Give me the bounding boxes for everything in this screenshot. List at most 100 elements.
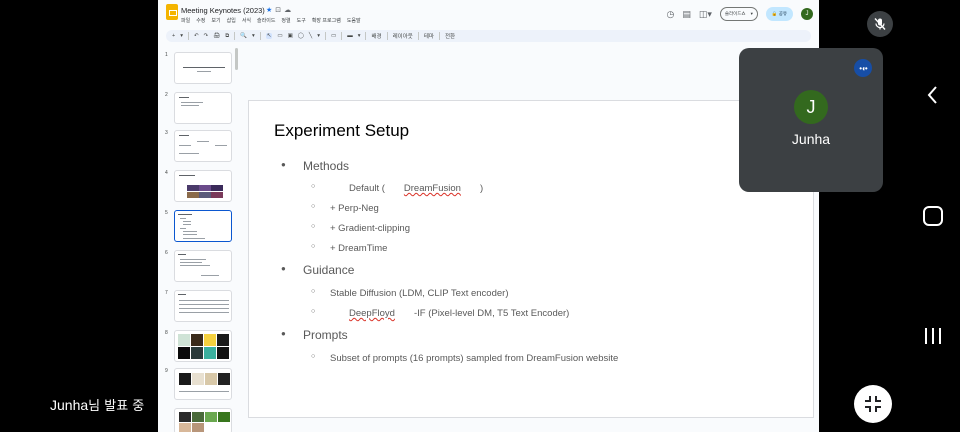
slide-thumbnail-9[interactable] bbox=[174, 368, 232, 400]
slide-number: 4 bbox=[165, 170, 168, 176]
participant-tile[interactable]: •◖• J Junha bbox=[739, 48, 883, 192]
chevron-down-icon[interactable]: ▾ bbox=[751, 11, 753, 17]
new-slide-icon[interactable]: + bbox=[172, 33, 175, 39]
slide-number: 6 bbox=[165, 250, 168, 256]
zoom-icon[interactable]: 🔍 bbox=[240, 33, 247, 39]
toolbar-divider bbox=[325, 32, 326, 40]
toolbar-divider bbox=[417, 32, 419, 40]
lock-icon: 🔒 bbox=[771, 11, 778, 16]
select-tool-icon[interactable]: ↖ bbox=[265, 33, 273, 39]
menu-arrange[interactable]: 정렬 bbox=[281, 17, 290, 24]
slideshow-button[interactable]: 슬라이드쇼 ▾ bbox=[719, 7, 758, 21]
comments-icon[interactable]: ▤ bbox=[682, 9, 691, 20]
header-actions: ◷ ▤ ◫▾ 슬라이드쇼 ▾ 🔒 공유 J bbox=[666, 7, 813, 21]
sub-bullet-prompt-subset: Subset of prompts (16 prompts) sampled f… bbox=[311, 353, 618, 364]
toolbar-divider bbox=[187, 32, 189, 40]
mic-muted-button[interactable] bbox=[867, 11, 893, 37]
star-icon[interactable]: ★ bbox=[266, 7, 275, 14]
image-icon[interactable]: ▣ bbox=[288, 33, 293, 39]
recents-nav-icon[interactable] bbox=[922, 326, 944, 346]
paint-format-icon[interactable]: ⧉ bbox=[225, 33, 229, 40]
shared-screen: Meeting Keynotes (2023) ★⊡☁ 파일 수정 보기 삽입 … bbox=[158, 0, 819, 432]
layout-button[interactable]: 레이아웃 bbox=[393, 32, 413, 40]
toolbar-divider bbox=[386, 32, 388, 40]
slide-thumbnail-6[interactable] bbox=[174, 250, 232, 282]
participant-name: Junha bbox=[791, 131, 831, 147]
menu-slide[interactable]: 슬라이드 bbox=[257, 17, 275, 24]
bullet-prompts: Prompts bbox=[281, 328, 348, 342]
bullet-methods: Methods bbox=[281, 159, 349, 173]
bullet-text: ) bbox=[479, 183, 484, 194]
theme-button[interactable]: 테마 bbox=[424, 32, 434, 40]
title-actions: ★⊡☁ bbox=[266, 6, 294, 14]
slide-thumbnail-4[interactable] bbox=[174, 170, 232, 202]
slide-number: 9 bbox=[165, 368, 168, 374]
bullet-text: Subset of prompts (16 prompts) sampled f… bbox=[330, 353, 619, 364]
move-folder-icon[interactable]: ⊡ bbox=[275, 7, 284, 14]
mic-off-icon bbox=[874, 18, 886, 30]
slide-thumbnail-10[interactable] bbox=[174, 408, 232, 432]
shape-icon[interactable]: ◯ bbox=[298, 33, 304, 39]
comment-icon[interactable]: ▭ bbox=[331, 33, 336, 39]
back-nav-icon[interactable] bbox=[924, 84, 942, 106]
slide-thumbnail-7[interactable] bbox=[174, 290, 232, 322]
line-icon[interactable]: ╲ bbox=[309, 33, 312, 39]
toolbar-divider bbox=[234, 32, 236, 40]
menu-file[interactable]: 파일 bbox=[181, 17, 190, 24]
share-button[interactable]: 🔒 공유 bbox=[765, 7, 793, 21]
bullet-text: + Gradient-clipping bbox=[330, 223, 411, 234]
slide-thumbnail-1[interactable] bbox=[174, 52, 232, 84]
slides-logo[interactable] bbox=[166, 4, 178, 20]
share-label: 공유 bbox=[778, 11, 787, 16]
sub-bullet-gradient-clipping: + Gradient-clipping bbox=[311, 223, 410, 234]
fill-menu-icon[interactable]: ▾ bbox=[358, 33, 361, 39]
slide-thumbnail-8[interactable] bbox=[174, 330, 232, 362]
slide-number: 1 bbox=[165, 52, 168, 58]
meet-icon[interactable]: ◫▾ bbox=[699, 9, 712, 20]
line-menu-icon[interactable]: ▾ bbox=[317, 33, 320, 39]
document-title[interactable]: Meeting Keynotes (2023) bbox=[181, 6, 265, 15]
home-nav-icon[interactable] bbox=[921, 204, 945, 228]
menu-insert[interactable]: 삽입 bbox=[227, 17, 236, 24]
redo-icon[interactable]: ↷ bbox=[204, 33, 209, 39]
menu-extensions[interactable]: 확장 프로그램 bbox=[312, 17, 341, 24]
slide-number: 3 bbox=[165, 130, 168, 136]
textbox-icon[interactable]: ▭ bbox=[277, 33, 282, 39]
exit-fullscreen-button[interactable] bbox=[854, 385, 892, 423]
slides-header: Meeting Keynotes (2023) ★⊡☁ 파일 수정 보기 삽입 … bbox=[158, 0, 819, 30]
audio-level-icon: •◖• bbox=[854, 59, 872, 77]
menu-view[interactable]: 보기 bbox=[211, 17, 220, 24]
slide-canvas[interactable]: Experiment Setup Methods Default (DreamF… bbox=[248, 100, 814, 418]
bullet-text: + DreamTime bbox=[330, 243, 388, 254]
toolbar-divider bbox=[365, 32, 367, 40]
transition-button[interactable]: 전환 bbox=[445, 32, 455, 40]
slide-thumbnail-2[interactable] bbox=[174, 92, 232, 124]
new-slide-menu-icon[interactable]: ▾ bbox=[180, 33, 183, 39]
cloud-saved-icon[interactable]: ☁ bbox=[284, 7, 294, 14]
bullet-text: Prompts bbox=[303, 328, 348, 342]
undo-icon[interactable]: ↶ bbox=[194, 33, 199, 39]
menu-format[interactable]: 서식 bbox=[242, 17, 251, 24]
print-icon[interactable]: 🖨 bbox=[213, 33, 220, 39]
menu-edit[interactable]: 수정 bbox=[196, 17, 205, 24]
video-call-screen: Meeting Keynotes (2023) ★⊡☁ 파일 수정 보기 삽입 … bbox=[0, 0, 960, 432]
sub-bullet-dreamtime: + DreamTime bbox=[311, 243, 387, 254]
bullet-text: Methods bbox=[303, 159, 350, 173]
account-avatar[interactable]: J bbox=[801, 8, 813, 20]
sub-bullet-perp-neg: + Perp-Neg bbox=[311, 203, 379, 214]
fill-color-icon[interactable]: ▬ bbox=[347, 33, 353, 39]
editing-toolbar: + ▾ ↶ ↷ 🖨 ⧉ 🔍 ▾ ↖ ▭ ▣ ◯ ╲ ▾ ▭ ▬ ▾ 배경 레이아… bbox=[166, 30, 811, 42]
sub-bullet-default: Default (DreamFusion) bbox=[311, 183, 483, 194]
bullet-text: Stable Diffusion (LDM, CLIP Text encoder… bbox=[330, 288, 509, 299]
filmstrip-scrollbar[interactable] bbox=[235, 48, 238, 70]
menu-tools[interactable]: 도구 bbox=[297, 17, 306, 24]
slide-thumbnail-3[interactable] bbox=[174, 130, 232, 162]
background-button[interactable]: 배경 bbox=[371, 32, 381, 40]
spellcheck-word: DeepFloyd bbox=[349, 308, 395, 319]
menu-help[interactable]: 도움말 bbox=[347, 17, 361, 24]
slide-thumbnail-5-active[interactable] bbox=[174, 210, 232, 242]
bullet-guidance: Guidance bbox=[281, 263, 354, 277]
zoom-menu-icon[interactable]: ▾ bbox=[252, 33, 255, 39]
slide-number: 2 bbox=[165, 92, 168, 98]
history-icon[interactable]: ◷ bbox=[666, 9, 674, 20]
